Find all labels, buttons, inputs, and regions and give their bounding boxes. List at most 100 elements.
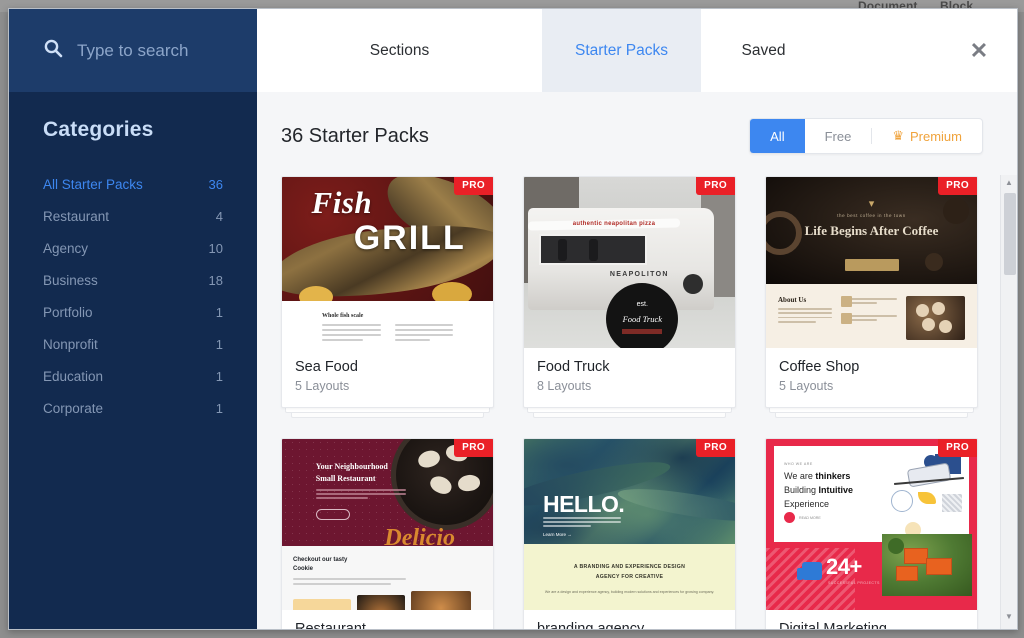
category-count: 1 [216,305,223,320]
category-count: 1 [216,369,223,384]
thumbnail-art-food-truck: authentic neapolitan pizza NEAPOLITON [524,177,735,348]
art-body-sub: We are a design and experience agency, b… [544,590,715,594]
card-meta: Food Truck 8 Layouts [524,348,735,407]
category-label: Education [43,369,103,384]
sidebar-item-corporate[interactable]: Corporate 1 [43,392,223,424]
card-layout-count: 5 Layouts [779,379,964,393]
search-input[interactable] [77,41,241,61]
category-count: 4 [216,209,223,224]
tab-bar: Sections Starter Packs Saved ✕ [257,9,1017,92]
category-label: Corporate [43,401,103,416]
starter-pack-card-branding-agency[interactable]: HELLO. Learn More → A BRANDING AND EXPER… [523,438,736,629]
sidebar-item-agency[interactable]: Agency 10 [43,232,223,264]
card-title: Coffee Shop [779,359,964,375]
content-inner: 36 Starter Packs All Free ♛ Premium [257,92,1017,629]
art-body-heading: About Us [778,296,832,304]
thumbnail-art-digital-marketing: WHO WE ARE We are thinkers Building Intu… [766,439,977,610]
close-icon[interactable]: ✕ [941,9,1017,92]
card-meta: Restaurant 8 Layouts [282,610,493,629]
card-stack: HELLO. Learn More → A BRANDING AND EXPER… [523,438,736,629]
art-stat-sub: SUCCESSFUL PROJECTS [828,581,880,585]
card-thumbnail: Fish GRILL Whole fish scale [282,177,493,348]
card-stack: Fish GRILL Whole fish scale [281,176,494,408]
search-icon [43,38,63,63]
categories-list: All Starter Packs 36 Restaurant 4 Agency… [43,168,223,424]
sidebar-item-education[interactable]: Education 1 [43,360,223,392]
sidebar-item-portfolio[interactable]: Portfolio 1 [43,296,223,328]
art-button-dot-icon [784,512,795,523]
card-layout-count: 8 Layouts [537,379,722,393]
pro-badge: PRO [938,177,977,195]
content-header: 36 Starter Packs All Free ♛ Premium [281,118,991,154]
scrollbar-thumb[interactable] [1004,193,1016,275]
starter-pack-card-sea-food[interactable]: Fish GRILL Whole fish scale [281,176,494,408]
category-label: Portfolio [43,305,93,320]
art-button-label: READ MORE [799,516,821,520]
sidebar-item-restaurant[interactable]: Restaurant 4 [43,200,223,232]
card-title: branding agency [537,621,722,629]
tab-bar-spacer [826,9,941,92]
card-stack: ▾ the best coffee in the town Life Begin… [765,176,978,408]
scroll-down-arrow-icon[interactable]: ▼ [1005,609,1013,625]
card-meta: Sea Food 5 Layouts [282,348,493,407]
art-title: Life Begins After Coffee [766,223,977,239]
filter-premium[interactable]: ♛ Premium [872,119,982,153]
card-title: Digital Marketing [779,621,964,629]
scroll-up-arrow-icon[interactable]: ▲ [1005,175,1013,191]
art-logo-icon: ▾ [766,197,977,210]
thumbnail-art-branding-agency: HELLO. Learn More → A BRANDING AND EXPER… [524,439,735,610]
content-scrollbar[interactable]: ▲ ▼ [1000,175,1017,629]
sidebar: Categories All Starter Packs 36 Restaura… [9,9,257,629]
art-kicker: the best coffee in the town [766,213,977,218]
card-meta: branding agency 5 Layouts [524,610,735,629]
pro-badge: PRO [696,439,735,457]
card-thumbnail: HELLO. Learn More → A BRANDING AND EXPER… [524,439,735,610]
sidebar-item-business[interactable]: Business 18 [43,264,223,296]
tab-saved[interactable]: Saved [701,9,826,92]
category-count: 1 [216,337,223,352]
art-banner-text: authentic neapolitan pizza [573,221,655,227]
starter-pack-card-digital-marketing[interactable]: WHO WE ARE We are thinkers Building Intu… [765,438,978,629]
categories-panel: Categories All Starter Packs 36 Restaura… [9,92,257,424]
card-title: Food Truck [537,359,722,375]
filter-all[interactable]: All [750,119,804,153]
art-body-line1: A BRANDING AND EXPERIENCE DESIGN [544,562,715,572]
card-thumbnail: ▾ the best coffee in the town Life Begin… [766,177,977,348]
pro-badge: PRO [696,177,735,195]
art-stat: 24+ [826,554,862,580]
art-headline-part2: Building [784,485,819,495]
art-badge-text: Food Truck [606,314,678,324]
crown-icon: ♛ [892,128,904,144]
art-title-primary: Fish [312,185,373,221]
card-stack: Your Neighbourhood Small Restaurant Deli… [281,438,494,629]
art-headline: We are thinkers Building Intuitive Exper… [784,470,853,512]
card-meta: Digital Marketing 6 Layouts [766,610,977,629]
category-count: 1 [216,401,223,416]
tab-sections[interactable]: Sections [257,9,542,92]
art-headline-bold1: thinkers [815,471,850,481]
art-title-secondary: GRILL [354,219,466,258]
category-count: 36 [209,177,223,192]
card-layout-count: 5 Layouts [295,379,480,393]
tab-starter-packs[interactable]: Starter Packs [542,9,701,92]
filter-group: All Free ♛ Premium [749,118,983,154]
filter-premium-label: Premium [910,129,962,144]
sidebar-item-nonprofit[interactable]: Nonprofit 1 [43,328,223,360]
starter-pack-card-food-truck[interactable]: authentic neapolitan pizza NEAPOLITON [523,176,736,408]
starter-pack-card-restaurant[interactable]: Your Neighbourhood Small Restaurant Deli… [281,438,494,629]
filter-free[interactable]: Free [805,119,872,153]
art-title: Your Neighbourhood Small Restaurant [316,461,388,484]
category-label: All Starter Packs [43,177,143,192]
card-meta: Coffee Shop 5 Layouts [766,348,977,407]
starter-packs-modal: Categories All Starter Packs 36 Restaura… [8,8,1018,630]
thumbnail-art-sea-food: Fish GRILL Whole fish scale [282,177,493,348]
pro-badge: PRO [454,177,493,195]
content-area: 36 Starter Packs All Free ♛ Premium [257,92,1017,629]
search-bar[interactable] [9,9,257,92]
card-stack: WHO WE ARE We are thinkers Building Intu… [765,438,978,629]
category-count: 10 [209,241,223,256]
sidebar-item-all-starter-packs[interactable]: All Starter Packs 36 [43,168,223,200]
starter-pack-card-coffee-shop[interactable]: ▾ the best coffee in the town Life Begin… [765,176,978,408]
category-count: 18 [209,273,223,288]
art-body-line2: AGENCY FOR CREATIVE [544,572,715,582]
